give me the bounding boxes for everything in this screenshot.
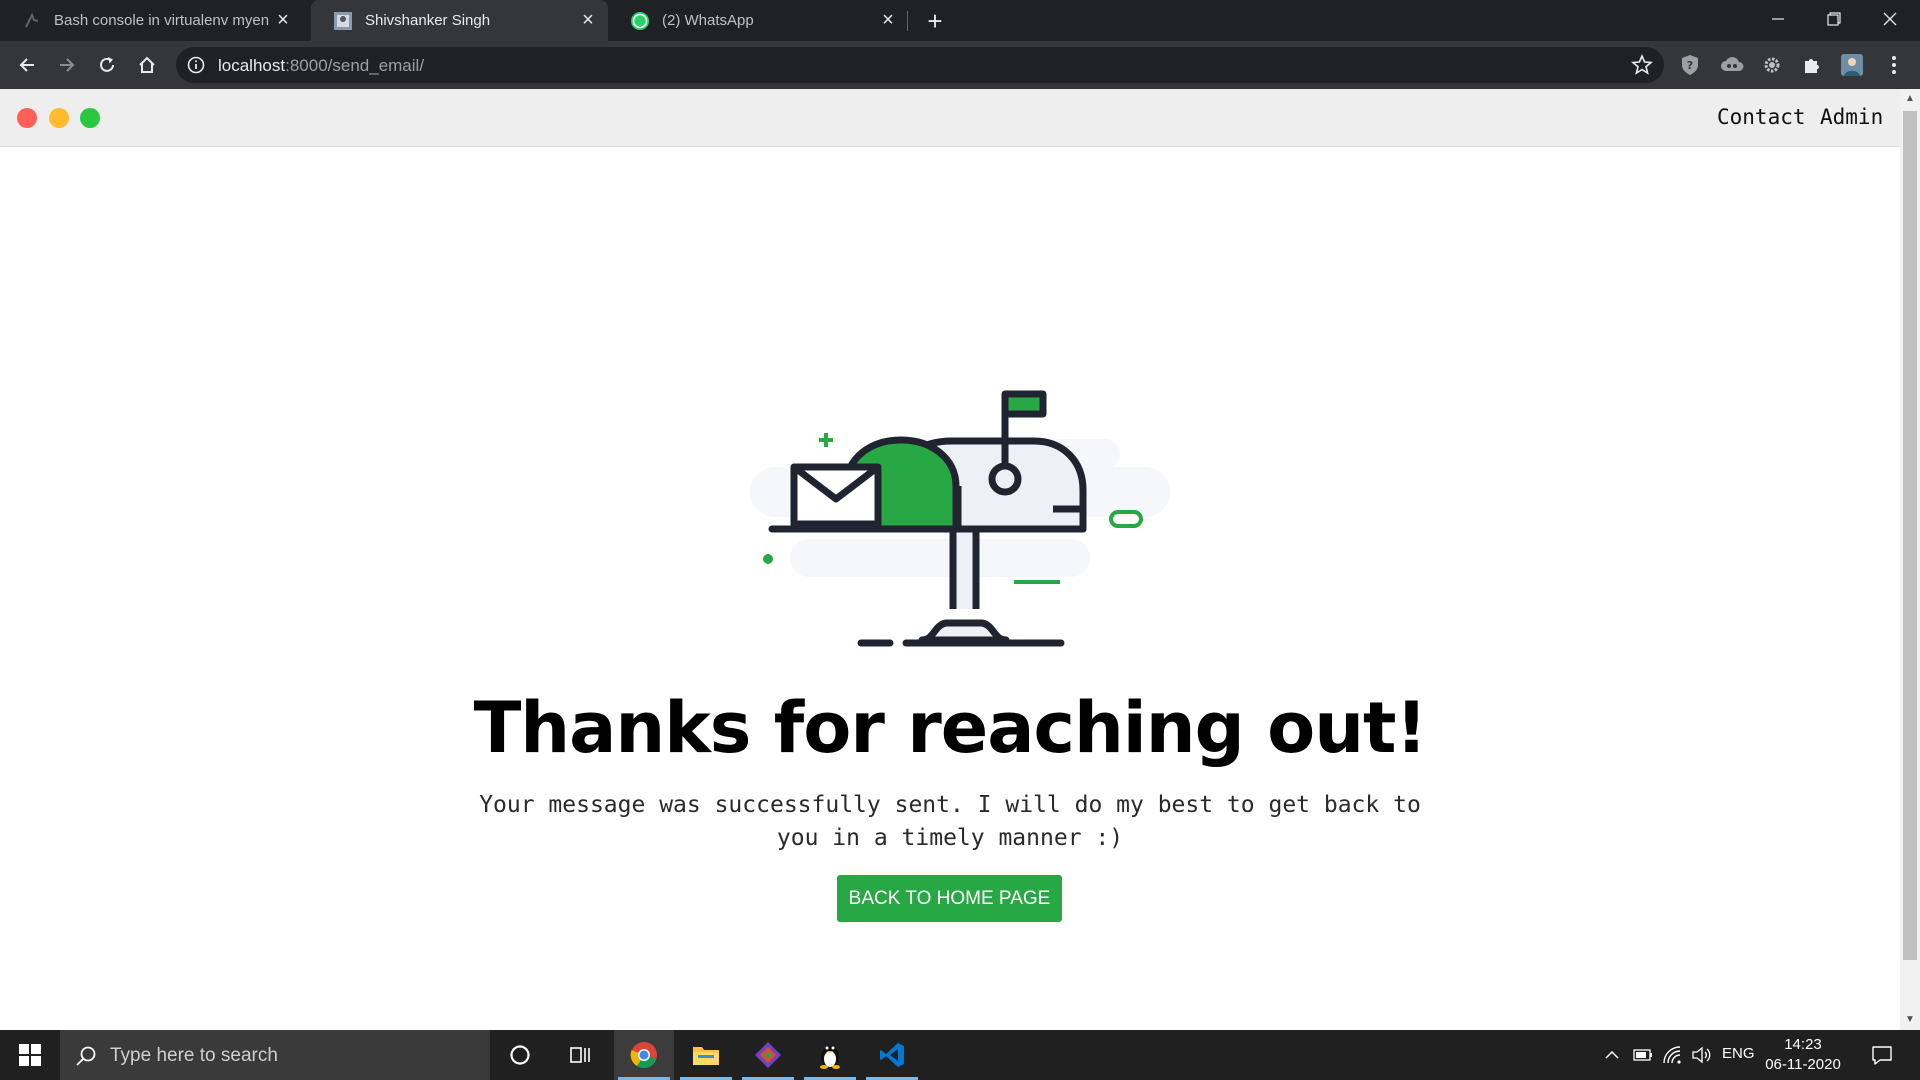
forward-button[interactable] bbox=[51, 49, 83, 81]
search-icon bbox=[76, 1046, 96, 1066]
new-tab-button[interactable]: + bbox=[920, 6, 950, 36]
site-favicon-icon bbox=[333, 11, 353, 31]
tab-strip: Bash console in virtualenv myenv × Shivs… bbox=[0, 0, 1920, 41]
search-placeholder: Type here to search bbox=[110, 1045, 278, 1066]
task-view-icon bbox=[570, 1047, 590, 1063]
tab-close-icon[interactable]: × bbox=[574, 7, 602, 35]
tab-title: Bash console in virtualenv myenv bbox=[54, 12, 269, 29]
taskbar-clock[interactable]: 14:23 06-11-2020 bbox=[1762, 1035, 1844, 1075]
tab-title: Shivshanker Singh bbox=[365, 12, 491, 29]
tab-bash-console[interactable]: Bash console in virtualenv myenv × bbox=[0, 0, 303, 41]
reload-icon bbox=[100, 57, 114, 72]
extension-shield[interactable]: ? bbox=[1678, 53, 1702, 77]
mailbox-illustration bbox=[750, 390, 1170, 647]
red-dot-icon bbox=[17, 108, 37, 128]
volume-control[interactable] bbox=[1688, 1030, 1714, 1080]
task-view-button[interactable] bbox=[550, 1030, 610, 1080]
cloud-icon bbox=[1721, 57, 1744, 71]
tab-shivshanker-singh[interactable]: Shivshanker Singh × bbox=[311, 0, 608, 41]
arrow-left-icon bbox=[19, 58, 34, 72]
reload-button[interactable] bbox=[91, 49, 123, 81]
nav-contact-link[interactable]: Contact bbox=[1717, 105, 1806, 129]
whatsapp-icon bbox=[630, 11, 650, 31]
tab-close-icon[interactable]: × bbox=[874, 7, 902, 35]
tab-whatsapp[interactable]: (2) WhatsApp × bbox=[608, 0, 908, 41]
close-icon bbox=[1883, 12, 1897, 26]
back-to-home-button[interactable]: BACK TO HOME PAGE bbox=[837, 875, 1062, 922]
restore-icon bbox=[1827, 12, 1841, 26]
restore-button[interactable] bbox=[1806, 0, 1862, 38]
extension-settings[interactable] bbox=[1760, 53, 1784, 77]
tab-title: (2) WhatsApp bbox=[662, 12, 754, 29]
scroll-down-icon[interactable]: ▼ bbox=[1905, 1015, 1915, 1025]
taskbar-git-app[interactable] bbox=[738, 1030, 798, 1080]
address-bar[interactable]: localhost:8000/send_email/ bbox=[176, 47, 1664, 83]
url-text[interactable]: localhost:8000/send_email/ bbox=[218, 56, 424, 76]
arrow-right-icon bbox=[60, 58, 75, 72]
green-dot-icon bbox=[80, 108, 100, 128]
taskbar-linux-terminal[interactable] bbox=[800, 1030, 860, 1080]
nav-admin-link[interactable]: Admin bbox=[1820, 105, 1883, 129]
taskbar-chrome[interactable] bbox=[614, 1030, 674, 1080]
back-button[interactable] bbox=[11, 49, 43, 81]
page-viewport: Contact Admin Thanks for reaching out! Y… bbox=[0, 89, 1920, 1030]
gear-icon bbox=[1764, 57, 1780, 73]
svg-text:?: ? bbox=[1687, 59, 1693, 72]
battery-icon bbox=[1633, 1049, 1652, 1061]
folder-icon bbox=[693, 1047, 719, 1065]
notification-icon bbox=[1872, 1046, 1892, 1065]
cortana-circle-icon bbox=[510, 1045, 530, 1065]
taskbar-vscode[interactable] bbox=[862, 1030, 922, 1080]
wifi-icon bbox=[1663, 1046, 1681, 1064]
home-button[interactable] bbox=[131, 49, 163, 81]
scrollbar-thumb[interactable] bbox=[1903, 111, 1917, 960]
bookmark-star-icon[interactable] bbox=[1630, 53, 1654, 77]
windows-taskbar: Type here to search ENG 14:23 06-11-2020 bbox=[0, 1030, 1920, 1080]
taskbar-search[interactable]: Type here to search bbox=[60, 1030, 490, 1080]
extensions-button[interactable] bbox=[1800, 53, 1824, 77]
avatar bbox=[1841, 54, 1863, 76]
success-message: Your message was successfully sent. I wi… bbox=[479, 792, 1421, 851]
tab-separator bbox=[907, 11, 908, 31]
windows-logo-icon bbox=[19, 1044, 41, 1066]
profile-button[interactable] bbox=[1840, 53, 1864, 77]
page-scrollbar[interactable]: ▲ ▼ bbox=[1900, 89, 1920, 1030]
yellow-dot-icon bbox=[49, 108, 69, 128]
show-hidden-icons-button[interactable] bbox=[1600, 1030, 1624, 1080]
chevron-up-icon bbox=[1605, 1050, 1619, 1059]
chrome-icon bbox=[630, 1042, 657, 1069]
info-icon[interactable] bbox=[186, 55, 206, 75]
python-anywhere-icon bbox=[22, 11, 42, 31]
input-language[interactable]: ENG bbox=[1722, 1045, 1755, 1062]
vscode-icon bbox=[880, 1043, 904, 1067]
network-status[interactable] bbox=[1660, 1030, 1686, 1080]
speaker-icon bbox=[1692, 1046, 1711, 1064]
cortana-button[interactable] bbox=[490, 1030, 550, 1080]
browser-toolbar: localhost:8000/send_email/ ? bbox=[0, 41, 1920, 89]
puzzle-icon bbox=[1805, 59, 1819, 73]
scroll-up-icon[interactable]: ▲ bbox=[1905, 94, 1915, 104]
site-navbar: Contact Admin bbox=[0, 89, 1900, 147]
clock-date: 06-11-2020 bbox=[1765, 1056, 1841, 1073]
taskbar-file-explorer[interactable] bbox=[676, 1030, 736, 1080]
page-title: Thanks for reaching out! bbox=[473, 687, 1428, 769]
tux-penguin-icon bbox=[820, 1046, 840, 1069]
minimize-button[interactable] bbox=[1750, 0, 1806, 38]
url-host: localhost bbox=[218, 56, 286, 75]
minimize-icon bbox=[1772, 18, 1784, 20]
start-button[interactable] bbox=[0, 1030, 60, 1080]
extension-cloud[interactable] bbox=[1720, 53, 1744, 77]
git-diamond-icon bbox=[755, 1042, 781, 1068]
browser-menu-button[interactable] bbox=[1882, 53, 1906, 77]
shield-icon: ? bbox=[1682, 55, 1698, 75]
clock-time: 14:23 bbox=[1784, 1036, 1822, 1053]
kebab-menu-icon bbox=[1892, 56, 1896, 74]
battery-status[interactable] bbox=[1630, 1030, 1656, 1080]
tab-close-icon[interactable]: × bbox=[269, 7, 297, 35]
close-window-button[interactable] bbox=[1862, 0, 1918, 38]
url-path: :8000/send_email/ bbox=[285, 56, 425, 75]
action-center-button[interactable] bbox=[1862, 1030, 1902, 1080]
home-icon bbox=[139, 56, 155, 73]
